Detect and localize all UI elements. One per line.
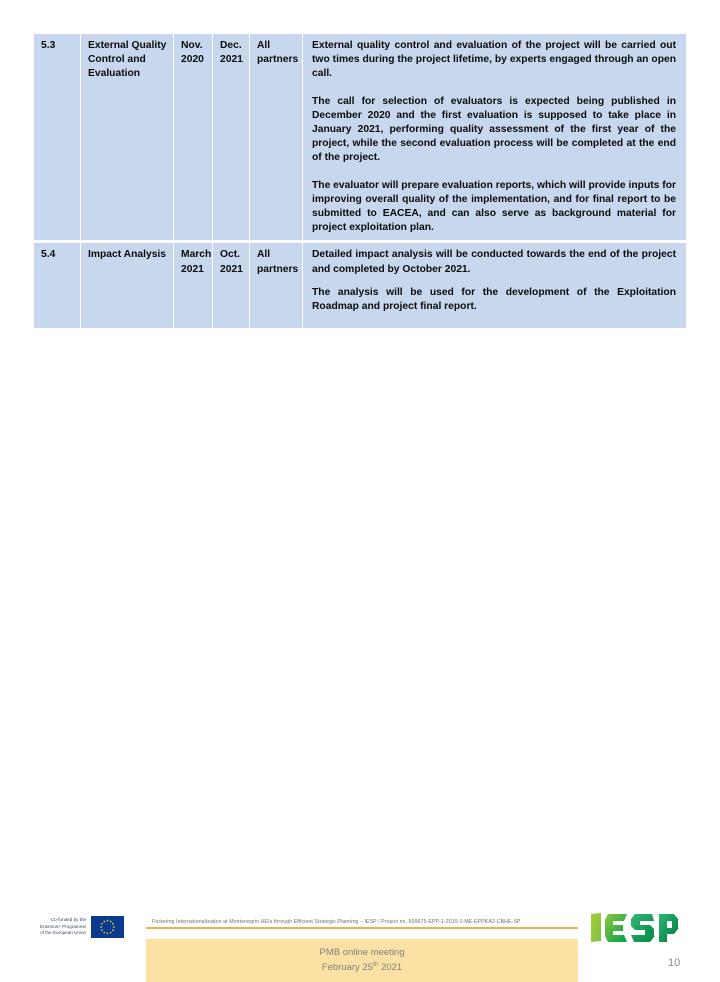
- slide: 5.3 External Quality Control and Evaluat…: [0, 0, 720, 982]
- row-divider-cell: [34, 241, 686, 242]
- workplan-table: 5.3 External Quality Control and Evaluat…: [33, 33, 687, 329]
- page-number: 10: [668, 957, 681, 969]
- cell-activity-title: Impact Analysis: [81, 243, 173, 329]
- eu-cofunding-logo: Co-funded by the Erasmus+ Programme of t…: [40, 916, 125, 938]
- cell-end-date: Oct. 2021: [213, 243, 249, 329]
- cell-activity-number: 5.4: [34, 243, 80, 329]
- title-divider: [146, 927, 578, 929]
- project-title: Fostering Internationalization at Monten…: [152, 919, 521, 925]
- table-row: 5.3 External Quality Control and Evaluat…: [34, 34, 686, 241]
- project-title-block: Fostering Internationalization at Monten…: [146, 919, 578, 929]
- row-divider: [34, 241, 686, 242]
- meeting-date: February 25th 2021: [322, 960, 402, 975]
- table-row: 5.4 Impact Analysis March 2021 Oct. 2021…: [34, 243, 686, 329]
- eu-flag-icon: [91, 916, 125, 938]
- description-paragraph: The evaluator will prepare evaluation re…: [312, 179, 676, 234]
- eu-logo-line-1: Co-funded by the: [50, 916, 87, 922]
- cell-start-date: Nov. 2020: [174, 34, 212, 241]
- cell-activity-number: 5.3: [34, 34, 80, 241]
- meeting-date-prefix: February 25: [321, 962, 374, 974]
- eu-logo-text: Co-funded by the Erasmus+ Programme of t…: [40, 917, 86, 938]
- eu-logo-line-2: Erasmus+ Programme: [40, 923, 87, 929]
- cell-activity-title: External Quality Control and Evaluation: [81, 34, 173, 241]
- meeting-date-year: 2021: [378, 962, 403, 974]
- description-paragraph: The analysis will be used for the develo…: [312, 286, 676, 313]
- cell-end-date: Dec. 2021: [213, 34, 249, 241]
- description-paragraph: External quality control and evaluation …: [312, 40, 676, 80]
- meeting-info-box: PMB online meeting February 25th 2021: [146, 939, 578, 982]
- eu-logo-line-3: of the European Union: [40, 930, 87, 936]
- slide-footer: Co-funded by the Erasmus+ Programme of t…: [0, 452, 720, 982]
- meeting-name: PMB online meeting: [319, 946, 405, 958]
- cell-description: Detailed impact analysis will be conduct…: [303, 243, 686, 329]
- cell-description: External quality control and evaluation …: [303, 34, 686, 241]
- cell-start-date: March 2021: [174, 243, 212, 329]
- cell-responsible: All partners: [250, 34, 302, 241]
- cell-responsible: All partners: [250, 243, 302, 329]
- description-paragraph: The call for selection of evaluators is …: [312, 95, 676, 164]
- description-paragraph: Detailed impact analysis will be conduct…: [312, 249, 676, 275]
- iesp-logo: [588, 910, 680, 946]
